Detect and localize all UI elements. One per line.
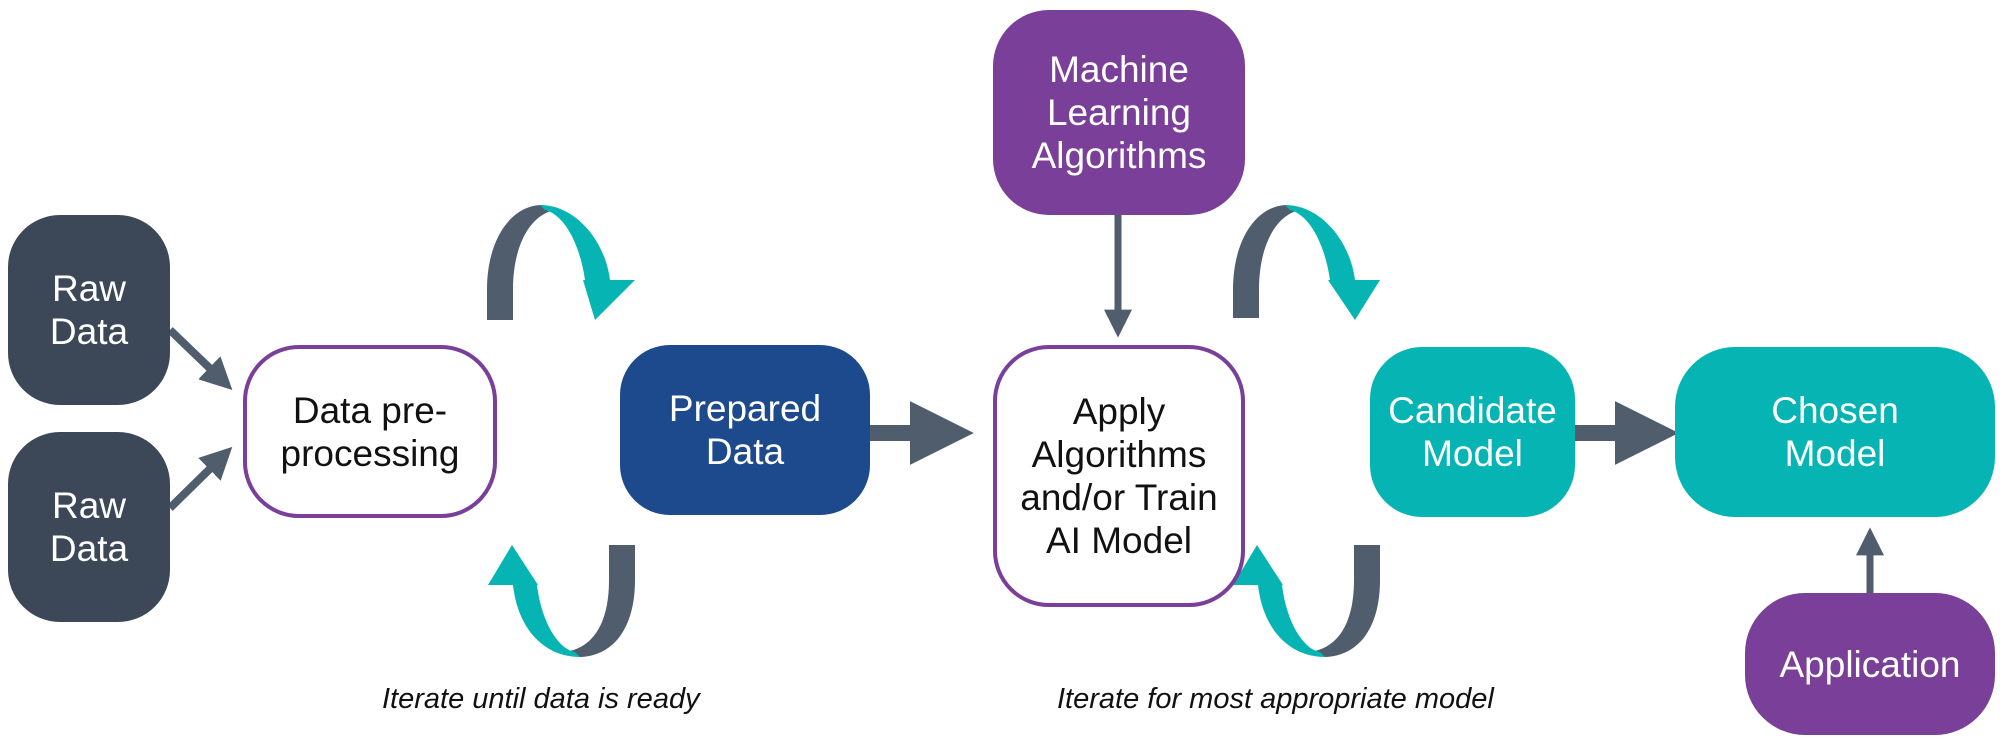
caption-iterate-data: Iterate until data is ready xyxy=(382,683,700,715)
iterate-arrow-top-right xyxy=(1233,205,1380,320)
iterate-arrow-bottom-left xyxy=(488,545,635,657)
arrow-raw2-to-preprocessing xyxy=(167,446,233,511)
prepared-data-node: Prepared Data xyxy=(620,345,870,515)
raw-data-node-1: Raw Data xyxy=(8,215,170,405)
candidate-model-node: Candidate Model xyxy=(1370,347,1575,517)
chosen-model-node: Chosen Model xyxy=(1675,347,1995,517)
data-preprocessing-node: Data pre- processing xyxy=(243,345,497,518)
iterate-arrow-bottom-right xyxy=(1233,545,1380,657)
application-node: Application xyxy=(1745,593,1995,735)
ml-algorithms-node: Machine Learning Algorithms xyxy=(993,10,1245,215)
arrow-raw1-to-preprocessing xyxy=(167,327,233,390)
raw-data-node-2: Raw Data xyxy=(8,432,170,622)
apply-train-node: Apply Algorithms and/or Train AI Model xyxy=(993,345,1245,607)
iterate-arrow-top-left xyxy=(487,205,635,320)
caption-iterate-model: Iterate for most appropriate model xyxy=(1057,683,1494,715)
